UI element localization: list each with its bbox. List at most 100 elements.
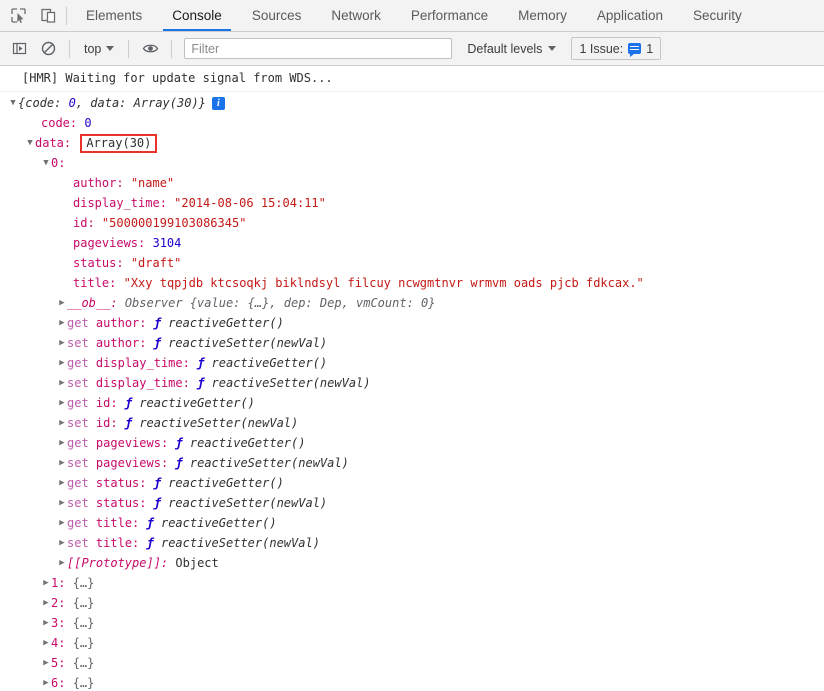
accessor-get-status[interactable]: ▶ get status: ƒ reactiveGetter() [0, 473, 824, 493]
prototype-key: [[Prototype]]: [67, 556, 169, 570]
property-value: 0 [84, 116, 92, 130]
disclosure-triangle-collapsed-icon[interactable]: ▶ [41, 633, 51, 653]
tab-performance[interactable]: Performance [396, 0, 503, 31]
execution-context-selector[interactable]: top [79, 40, 119, 58]
accessor-key: author: [95, 316, 147, 330]
accessor-key: id: [95, 396, 118, 410]
disclosure-triangle-collapsed-icon[interactable]: ▶ [41, 673, 51, 691]
accessor-key: pageviews: [95, 456, 169, 470]
accessor-kind: set [67, 416, 89, 430]
array-index-1[interactable]: ▶ 1: {…} [0, 573, 824, 593]
disclosure-triangle-collapsed-icon[interactable]: ▶ [41, 593, 51, 613]
issues-badge[interactable]: 1 Issue: 1 [571, 37, 662, 60]
array-index-4[interactable]: ▶ 4: {…} [0, 633, 824, 653]
disclosure-triangle-collapsed-icon[interactable]: ▶ [57, 433, 67, 453]
accessor-set-author[interactable]: ▶ set author: ƒ reactiveSetter(newVal) [0, 333, 824, 353]
info-icon[interactable]: i [211, 96, 225, 110]
tab-memory[interactable]: Memory [503, 0, 582, 31]
tab-security[interactable]: Security [678, 0, 757, 31]
function-glyph-icon: ƒ [153, 476, 161, 490]
log-levels-dropdown[interactable]: Default levels [463, 40, 560, 58]
live-expression-eye-icon[interactable] [138, 37, 162, 61]
issues-count: 1 [646, 41, 654, 56]
array-index-value: {…} [72, 676, 95, 690]
array-index-5[interactable]: ▶ 5: {…} [0, 653, 824, 673]
accessor-set-id[interactable]: ▶ set id: ƒ reactiveSetter(newVal) [0, 413, 824, 433]
log-levels-label: Default levels [467, 41, 543, 56]
function-glyph-icon: ƒ [146, 536, 154, 550]
property-data[interactable]: ▼ data: Array(30) [0, 133, 824, 153]
disclosure-triangle-expanded-icon[interactable]: ▼ [8, 93, 18, 113]
disclosure-triangle-collapsed-icon[interactable]: ▶ [57, 513, 67, 533]
array-index-3[interactable]: ▶ 3: {…} [0, 613, 824, 633]
accessor-set-pageviews[interactable]: ▶ set pageviews: ƒ reactiveSetter(newVal) [0, 453, 824, 473]
accessor-get-pageviews[interactable]: ▶ get pageviews: ƒ reactiveGetter() [0, 433, 824, 453]
tab-console[interactable]: Console [157, 0, 237, 31]
clear-console-icon[interactable] [36, 37, 60, 61]
accessor-set-status[interactable]: ▶ set status: ƒ reactiveSetter(newVal) [0, 493, 824, 513]
function-glyph-icon: ƒ [153, 496, 161, 510]
device-toolbar-icon[interactable] [38, 6, 58, 26]
array-index-key: 6: [51, 676, 66, 690]
disclosure-triangle-collapsed-icon[interactable]: ▶ [57, 293, 67, 313]
tab-application[interactable]: Application [582, 0, 678, 31]
tab-label: Console [172, 8, 222, 23]
disclosure-triangle-collapsed-icon[interactable]: ▶ [57, 493, 67, 513]
disclosure-triangle-collapsed-icon[interactable]: ▶ [41, 613, 51, 633]
disclosure-triangle-collapsed-icon[interactable]: ▶ [57, 413, 67, 433]
property-pageviews: pageviews: 3104 [0, 233, 824, 253]
accessor-get-id[interactable]: ▶ get id: ƒ reactiveGetter() [0, 393, 824, 413]
accessor-function: reactiveGetter() [160, 516, 277, 530]
accessor-kind: get [67, 356, 89, 370]
inspect-element-icon[interactable] [8, 6, 28, 26]
function-glyph-icon: ƒ [124, 416, 133, 430]
disclosure-triangle-expanded-icon[interactable]: ▼ [41, 153, 51, 173]
annotation-highlight-box: Array(30) [80, 133, 158, 153]
accessor-get-title[interactable]: ▶ get title: ƒ reactiveGetter() [0, 513, 824, 533]
disclosure-triangle-collapsed-icon[interactable]: ▶ [57, 473, 67, 493]
property-value: "draft" [130, 256, 182, 270]
devtools-tabstrip: Elements Console Sources Network Perform… [0, 0, 824, 32]
tab-label: Security [692, 8, 742, 23]
disclosure-triangle-collapsed-icon[interactable]: ▶ [57, 373, 67, 393]
console-message-list[interactable]: [HMR] Waiting for update signal from WDS… [0, 66, 824, 691]
array-index-6[interactable]: ▶ 6: {…} [0, 673, 824, 691]
execution-context-label: top [84, 41, 102, 56]
accessor-key: author: [95, 336, 147, 350]
function-glyph-icon: ƒ [197, 376, 205, 390]
tab-sources[interactable]: Sources [237, 0, 317, 31]
console-sidebar-toggle-icon[interactable] [7, 37, 31, 61]
accessor-get-author[interactable]: ▶ get author: ƒ reactiveGetter() [0, 313, 824, 333]
accessor-get-display-time[interactable]: ▶ get display_time: ƒ reactiveGetter() [0, 353, 824, 373]
array-index-value: {…} [72, 656, 95, 670]
disclosure-triangle-expanded-icon[interactable]: ▼ [25, 133, 35, 153]
disclosure-triangle-collapsed-icon[interactable]: ▶ [57, 313, 67, 333]
disclosure-triangle-collapsed-icon[interactable]: ▶ [41, 653, 51, 673]
tab-elements[interactable]: Elements [71, 0, 157, 31]
accessor-function: reactiveSetter(newVal) [189, 456, 349, 470]
accessor-function: reactiveGetter() [189, 436, 306, 450]
accessor-kind: get [67, 476, 89, 490]
tab-network[interactable]: Network [316, 0, 396, 31]
property-observer[interactable]: ▶ __ob__: Observer {value: {…}, dep: Dep,… [0, 293, 824, 313]
property-value: Observer {value: {…}, dep: Dep, vmCount:… [124, 296, 436, 310]
accessor-kind: set [67, 496, 89, 510]
property-prototype[interactable]: ▶ [[Prototype]]: Object [0, 553, 824, 573]
array-index-0[interactable]: ▼ 0: [0, 153, 824, 173]
disclosure-triangle-collapsed-icon[interactable]: ▶ [41, 573, 51, 593]
disclosure-triangle-collapsed-icon[interactable]: ▶ [57, 453, 67, 473]
disclosure-triangle-collapsed-icon[interactable]: ▶ [57, 353, 67, 373]
disclosure-triangle-collapsed-icon[interactable]: ▶ [57, 533, 67, 553]
disclosure-triangle-collapsed-icon[interactable]: ▶ [57, 393, 67, 413]
accessor-function: reactiveSetter(newVal) [211, 376, 371, 390]
property-key: code: [41, 116, 78, 130]
disclosure-triangle-collapsed-icon[interactable]: ▶ [57, 553, 67, 573]
array-index-2[interactable]: ▶ 2: {…} [0, 593, 824, 613]
console-filter-input[interactable] [184, 38, 453, 59]
accessor-set-title[interactable]: ▶ set title: ƒ reactiveSetter(newVal) [0, 533, 824, 553]
object-root-preview[interactable]: ▼{code: 0, data: Array(30)} i [0, 93, 824, 113]
accessor-set-display-time[interactable]: ▶ set display_time: ƒ reactiveSetter(newV… [0, 373, 824, 393]
array-index-value: {…} [72, 636, 95, 650]
toolbar-divider-2 [128, 39, 130, 58]
disclosure-triangle-collapsed-icon[interactable]: ▶ [57, 333, 67, 353]
